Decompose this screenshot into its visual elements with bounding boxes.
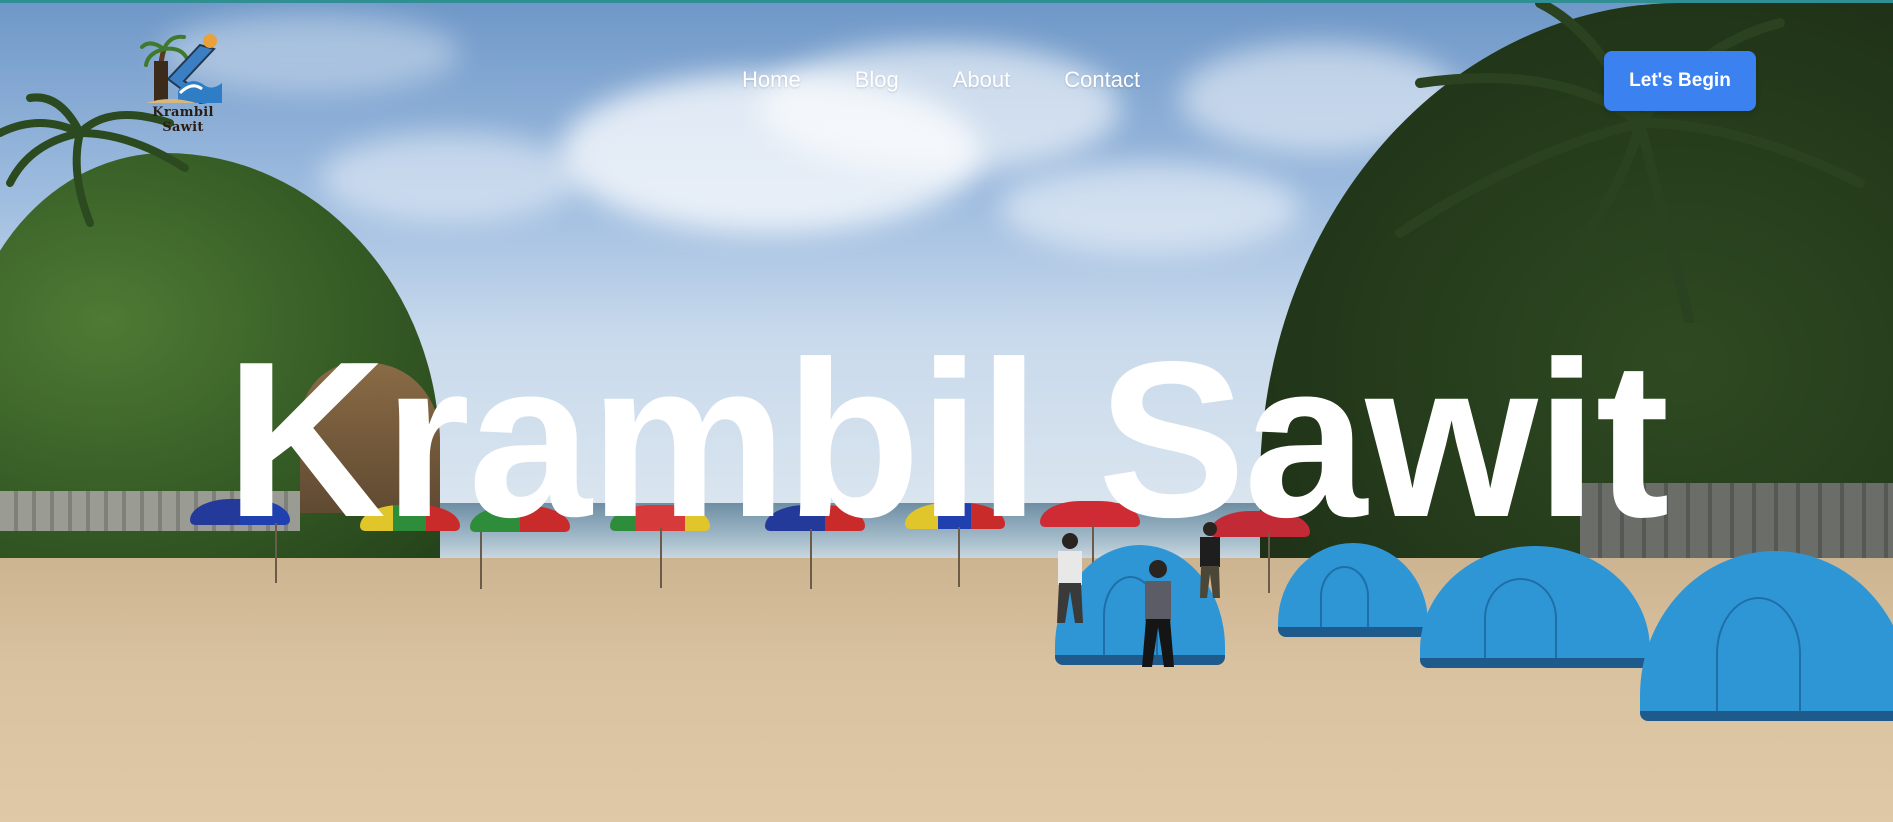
site-logo[interactable]: Krambil Sawit [140, 31, 226, 135]
site-header: Krambil Sawit Home Blog About Contact Le… [0, 3, 1893, 143]
main-nav: Home Blog About Contact [742, 67, 1140, 93]
landing-page: Krambil Sawit Home Blog About Contact Le… [0, 0, 1893, 822]
beach-k-logo-icon [140, 34, 222, 105]
lets-begin-button[interactable]: Let's Begin [1604, 51, 1756, 111]
hero-title: Krambil Sawit [225, 316, 1669, 564]
nav-contact[interactable]: Contact [1064, 67, 1140, 93]
cloud [320, 133, 580, 223]
logo-text: Krambil Sawit [152, 105, 214, 135]
nav-home[interactable]: Home [742, 67, 801, 93]
nav-about[interactable]: About [953, 67, 1011, 93]
nav-blog[interactable]: Blog [855, 67, 899, 93]
cloud [1000, 163, 1300, 253]
person-silhouette-icon [1142, 560, 1174, 667]
